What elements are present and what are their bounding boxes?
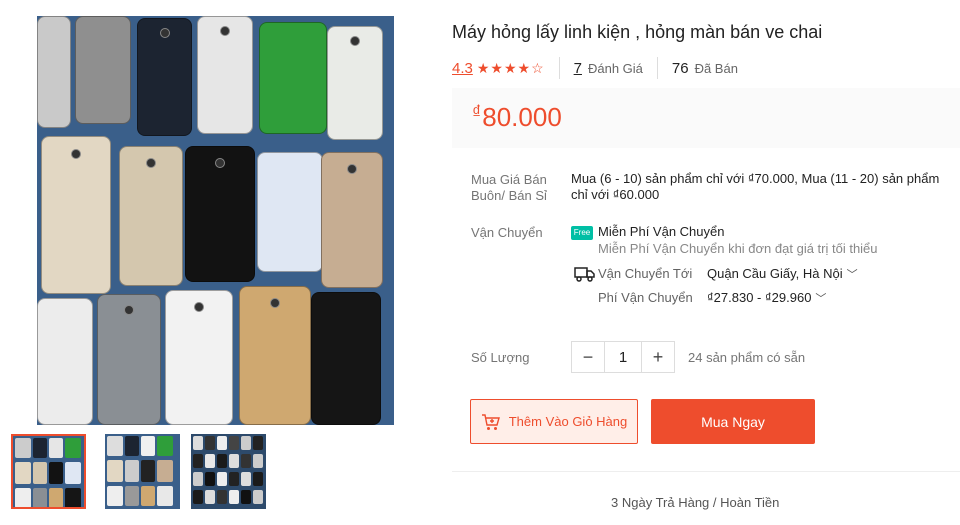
stock-available: 24 sản phẩm có sẵn <box>688 350 806 365</box>
phone-image <box>75 16 131 124</box>
star-rating-icon: ★★★★☆ <box>476 59 545 76</box>
wholesale-text: Mua (6 - 10) sản phẩm chỉ với ₫70.000, M… <box>571 171 940 202</box>
quantity-label: Số Lượng <box>471 350 530 365</box>
ship-fee-label: Phí Vận Chuyển <box>598 290 693 305</box>
phone-image <box>165 290 233 425</box>
ship-fee[interactable]: ₫27.830 - ₫29.960 ﹀ <box>707 290 826 306</box>
chevron-down-icon: ﹀ <box>815 293 827 305</box>
phone-image <box>37 16 71 128</box>
divider <box>656 57 658 79</box>
decrease-button[interactable]: − <box>572 342 604 372</box>
thumbnail-3[interactable] <box>191 434 266 509</box>
price-value: 80.000 <box>482 102 562 132</box>
phone-image <box>321 152 383 288</box>
thumbnail-2[interactable] <box>105 434 180 509</box>
buy-now-button[interactable]: Mua Ngay <box>651 399 815 444</box>
cart-add-icon <box>481 413 500 430</box>
quantity-input[interactable]: 1 <box>604 342 642 372</box>
phone-image <box>41 136 111 294</box>
wholesale-label: Mua Giá Bán Buôn/ Bán Sỉ <box>471 172 547 203</box>
divider <box>558 57 560 79</box>
ship-fee-value: ₫27.830 - ₫29.960 <box>707 290 812 305</box>
add-to-cart-label: Thêm Vào Giỏ Hàng <box>508 414 628 429</box>
phone-image <box>119 146 183 286</box>
chevron-down-icon: ﹀ <box>846 269 858 281</box>
thumbnail-strip <box>11 434 266 510</box>
shipping-label: Vận Chuyển <box>471 225 543 240</box>
phone-image <box>185 146 255 282</box>
reviews-count[interactable]: 7 <box>574 60 582 77</box>
phone-image <box>259 22 327 134</box>
increase-button[interactable]: + <box>642 342 674 372</box>
product-stats: 4.3 ★★★★☆ 7 Đánh Giá 76 Đã Bán <box>452 57 738 79</box>
free-shipping-desc: Miễn Phí Vận Chuyển khi đơn đạt giá trị … <box>598 241 878 256</box>
phone-image <box>239 286 311 425</box>
phone-image <box>197 16 253 134</box>
return-policy: 3 Ngày Trả Hàng / Hoàn Tiền <box>611 495 780 510</box>
product-price: ₫80.000 <box>472 102 562 133</box>
product-main-image[interactable] <box>37 16 394 425</box>
quantity-stepper: − 1 + <box>571 341 675 373</box>
price-section: ₫80.000 <box>452 88 960 148</box>
divider <box>452 471 960 472</box>
phone-image <box>97 294 161 425</box>
rating-value[interactable]: 4.3 <box>452 60 473 77</box>
phone-image <box>311 292 381 425</box>
product-title: Máy hỏng lấy linh kiện , hỏng màn bán ve… <box>452 22 823 42</box>
phone-image <box>257 152 323 272</box>
thumbnail-1[interactable] <box>11 434 86 509</box>
add-to-cart-button[interactable]: Thêm Vào Giỏ Hàng <box>470 399 638 444</box>
reviews-label: Đánh Giá <box>587 60 643 76</box>
sold-count: 76 <box>671 59 689 77</box>
ship-to-location[interactable]: Quận Cầu Giấy, Hà Nội ﹀ <box>707 266 858 282</box>
phone-image <box>137 18 192 136</box>
free-shipping-title: Miễn Phí Vận Chuyển <box>598 224 725 239</box>
ship-to-label: Vận Chuyển Tới <box>598 266 693 281</box>
currency-symbol: ₫ <box>472 102 482 122</box>
phone-image <box>37 298 93 425</box>
phone-image <box>327 26 383 140</box>
sold-label: Đã Bán <box>694 60 738 76</box>
truck-icon <box>574 267 595 282</box>
free-shipping-icon: Free <box>571 226 593 240</box>
ship-to-value: Quận Cầu Giấy, Hà Nội <box>707 266 843 281</box>
